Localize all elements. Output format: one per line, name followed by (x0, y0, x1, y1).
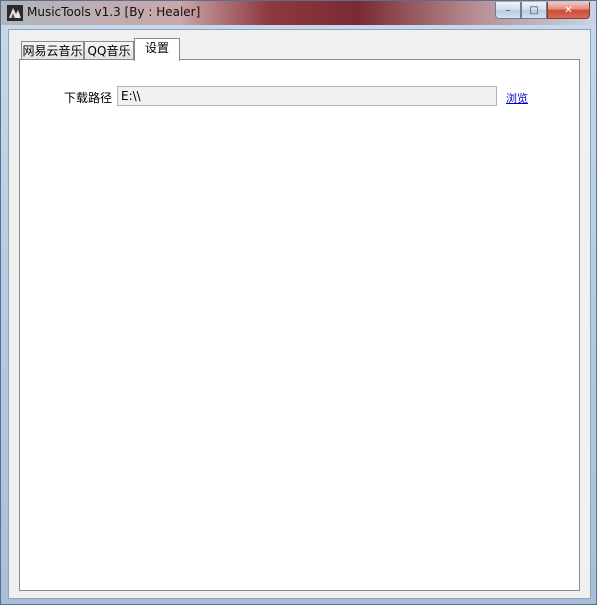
maximize-button[interactable]: □ (521, 2, 547, 19)
close-button[interactable]: ✕ (547, 2, 590, 19)
client-area: 网易云音乐 QQ音乐 设置 下载路径 浏览 (8, 29, 591, 599)
download-path-label: 下载路径 (64, 91, 113, 105)
title-bar[interactable]: MusicTools v1.3 [By : Healer] – □ ✕ (1, 1, 596, 25)
browse-link[interactable]: 浏览 (506, 90, 528, 106)
download-path-input[interactable] (117, 86, 497, 106)
app-icon (7, 5, 23, 21)
tab-netease-music[interactable]: 网易云音乐 (21, 41, 84, 60)
tab-settings[interactable]: 设置 (134, 38, 180, 61)
minimize-button[interactable]: – (495, 2, 521, 19)
window-title: MusicTools v1.3 [By : Healer] (27, 5, 201, 19)
settings-panel: 下载路径 浏览 (19, 59, 580, 591)
window-controls: – □ ✕ (495, 2, 590, 20)
app-window: MusicTools v1.3 [By : Healer] – □ ✕ 网易云音… (0, 0, 597, 605)
tab-qq-music[interactable]: QQ音乐 (84, 41, 134, 60)
